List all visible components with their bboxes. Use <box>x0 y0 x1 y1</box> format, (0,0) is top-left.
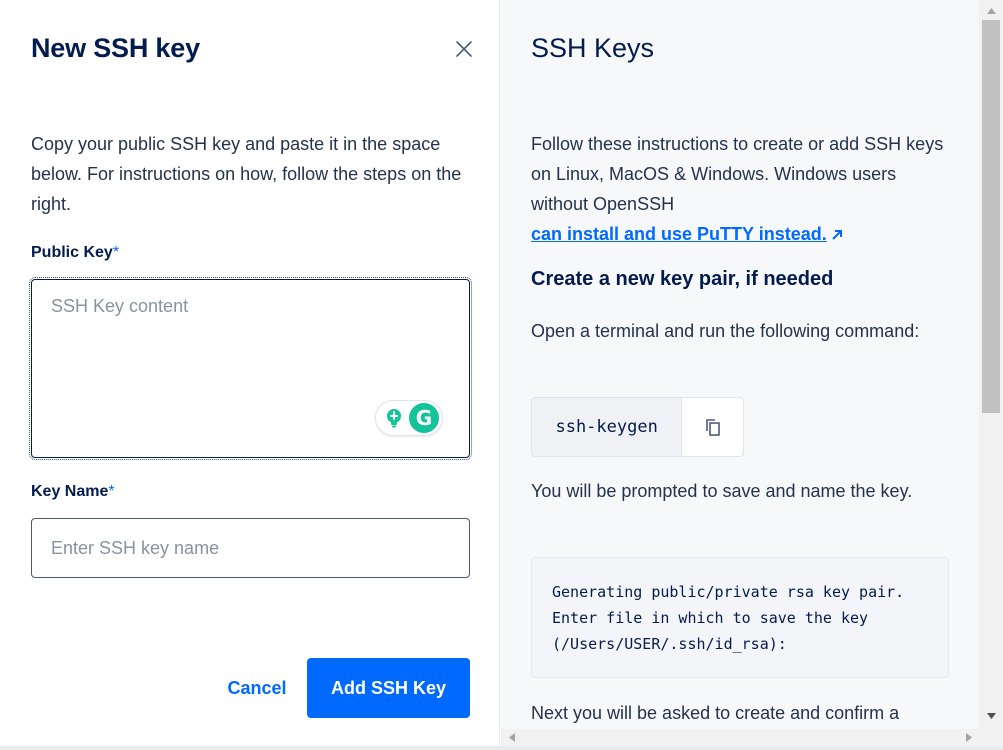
command-snippet: ssh-keygen <box>531 397 744 457</box>
key-name-label-text: Key Name <box>31 483 109 500</box>
key-name-field <box>31 518 470 578</box>
vertical-scrollbar[interactable] <box>979 0 1003 746</box>
step-confirm: Next you will be asked to create and con… <box>531 703 900 723</box>
putty-link-text: can install and use PuTTY instead. <box>531 224 827 244</box>
keygen-output: Generating public/private rsa key pair. … <box>531 557 949 678</box>
help-intro: Follow these instructions to create or a… <box>531 129 951 250</box>
horizontal-scrollbar[interactable] <box>501 729 979 746</box>
intro-text: Copy your public SSH key and paste it in… <box>31 134 462 214</box>
new-ssh-key-panel: New SSH key Copy your public SSH key and… <box>0 0 500 750</box>
add-ssh-key-button[interactable]: Add SSH Key <box>307 658 470 718</box>
required-marker: * <box>112 244 120 261</box>
putty-link[interactable]: can install and use PuTTY instead. <box>531 224 843 244</box>
section-heading: Create a new key pair, if needed <box>531 268 834 290</box>
key-name-label: Key Name* <box>31 483 115 501</box>
scroll-right-icon[interactable] <box>960 729 977 746</box>
lightbulb-icon[interactable] <box>382 406 406 430</box>
public-key-field: G <box>29 277 472 460</box>
required-marker: * <box>108 483 115 500</box>
command-text: ssh-keygen <box>555 417 658 437</box>
grammarly-widget[interactable]: G <box>375 400 443 436</box>
scroll-down-icon[interactable] <box>979 707 1003 724</box>
public-key-label: Public Key* <box>31 244 119 262</box>
panel-title: New SSH key <box>31 33 200 63</box>
arrow-up-right-icon <box>831 220 843 250</box>
key-name-input[interactable] <box>32 519 469 577</box>
step-run-command: Open a terminal and run the following co… <box>531 321 920 341</box>
scrollbar-thumb[interactable] <box>982 20 1000 413</box>
copy-button[interactable] <box>681 398 743 456</box>
close-button[interactable] <box>452 37 476 61</box>
step-save-key: You will be prompted to save and name th… <box>531 481 913 501</box>
copy-icon <box>705 419 720 436</box>
help-title: SSH Keys <box>531 33 655 63</box>
window-bottom-edge <box>0 746 1003 750</box>
cancel-button[interactable]: Cancel <box>210 658 304 718</box>
scroll-up-icon[interactable] <box>979 2 1003 19</box>
close-icon <box>456 41 472 57</box>
grammarly-logo[interactable]: G <box>409 403 439 433</box>
scroll-left-icon[interactable] <box>503 729 520 746</box>
ssh-keys-help-panel: SSH Keys Follow these instructions to cr… <box>501 0 979 746</box>
help-intro-text: Follow these instructions to create or a… <box>531 134 944 214</box>
public-key-label-text: Public Key <box>31 244 113 261</box>
